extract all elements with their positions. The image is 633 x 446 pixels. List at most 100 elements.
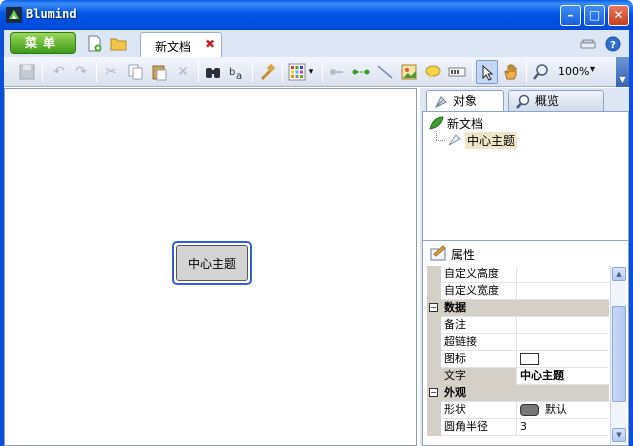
paste-icon[interactable] bbox=[150, 63, 168, 81]
property-row[interactable]: 超链接 bbox=[427, 334, 609, 351]
toolbar-separator bbox=[282, 62, 283, 82]
document-tab-strip: 菜单 新文档 ✖ ? bbox=[4, 30, 629, 57]
toolbar-separator bbox=[252, 62, 253, 82]
help-icon[interactable]: ? bbox=[605, 36, 621, 52]
row-gutter bbox=[427, 419, 441, 436]
row-gutter bbox=[427, 283, 441, 300]
property-key: 备注 bbox=[441, 317, 517, 334]
property-value[interactable]: 3 bbox=[518, 419, 609, 436]
property-value[interactable]: 默认 bbox=[518, 402, 609, 419]
tree-child-node[interactable]: 中心主题 bbox=[465, 132, 518, 149]
save-icon[interactable] bbox=[18, 63, 36, 81]
svg-text:b: b bbox=[229, 67, 235, 78]
tab-new-document[interactable]: 新文档 ✖ bbox=[140, 32, 222, 57]
toolbar-overflow-button[interactable]: ▼ bbox=[616, 57, 629, 87]
tree-root-node[interactable]: 新文档 bbox=[447, 115, 483, 132]
property-value[interactable] bbox=[518, 283, 609, 300]
property-grid: 自定义高度 自定义宽度 − 数据 备注 超链接 图标 文字 中心主题 − 外观 形状 默认 圆角半径 3 bbox=[427, 266, 609, 444]
property-row[interactable]: 形状 默认 bbox=[427, 402, 609, 419]
properties-header: 属性 bbox=[423, 241, 628, 265]
row-gutter: − bbox=[427, 300, 441, 317]
insert-image-icon[interactable] bbox=[400, 63, 418, 81]
collapse-toggle-icon[interactable]: − bbox=[429, 303, 438, 312]
delete-icon[interactable]: ✕ bbox=[174, 63, 192, 81]
properties-panel: 属性 自定义高度 自定义宽度 − 数据 备注 超链接 图标 文字 中心主题 − 外观 形状 默认 圆角半径… bbox=[422, 240, 629, 446]
property-scrollbar[interactable]: ▲ ▼ bbox=[610, 266, 626, 444]
property-category-label: 数据 bbox=[444, 301, 466, 314]
property-row[interactable]: 圆角半径 3 bbox=[427, 419, 609, 436]
row-gutter bbox=[427, 402, 441, 419]
side-panel: 对象 概览 新文档 中心主题 属性 自定义高度 自定义宽度 − 数据 备注 超链接 图标 文字… bbox=[420, 88, 629, 446]
copy-icon[interactable] bbox=[126, 63, 144, 81]
row-gutter bbox=[427, 317, 441, 334]
shape-preview-icon bbox=[520, 404, 539, 416]
title-bar: Blumind – □ ✕ bbox=[0, 0, 633, 30]
property-key: 形状 bbox=[441, 402, 517, 419]
undo-icon[interactable]: ↶ bbox=[50, 63, 68, 81]
redo-icon[interactable]: ↷ bbox=[72, 63, 90, 81]
line-icon[interactable] bbox=[376, 63, 394, 81]
property-value[interactable] bbox=[518, 334, 609, 351]
property-value[interactable]: 中心主题 bbox=[518, 368, 609, 385]
replace-icon[interactable]: b a bbox=[228, 63, 246, 81]
insert-progress-icon[interactable] bbox=[448, 63, 466, 81]
add-subtopic-icon[interactable] bbox=[328, 63, 346, 81]
toolbar-separator bbox=[198, 62, 199, 82]
new-document-icon[interactable] bbox=[86, 35, 103, 52]
collapse-toggle-icon[interactable]: − bbox=[429, 388, 438, 397]
scroll-up-icon[interactable]: ▲ bbox=[612, 267, 626, 281]
svg-text:?: ? bbox=[610, 40, 616, 51]
hand-pan-icon[interactable] bbox=[502, 63, 520, 81]
toolbar-separator bbox=[526, 62, 527, 82]
select-tool-button[interactable] bbox=[476, 60, 498, 84]
central-topic-node[interactable]: 中心主题 bbox=[172, 241, 252, 285]
row-gutter bbox=[427, 368, 441, 385]
row-gutter bbox=[427, 266, 441, 283]
window-frame-right bbox=[629, 30, 633, 446]
zoom-dropdown-icon[interactable]: ▾ bbox=[590, 64, 595, 75]
mindmap-canvas[interactable]: 中心主题 bbox=[4, 88, 417, 446]
link-nodes-icon[interactable] bbox=[352, 63, 370, 81]
property-row[interactable]: 自定义高度 bbox=[427, 266, 609, 283]
icon-swatch[interactable] bbox=[520, 353, 539, 365]
property-value[interactable] bbox=[518, 351, 609, 368]
property-value[interactable] bbox=[518, 266, 609, 283]
property-key: 图标 bbox=[441, 351, 517, 368]
cut-icon[interactable]: ✂ bbox=[102, 63, 120, 81]
toolbar: ↶ ↷ ✂ ✕ b a ▾ 100% ▾ ▼ bbox=[4, 57, 629, 87]
insert-note-icon[interactable] bbox=[424, 63, 442, 81]
scroll-thumb[interactable] bbox=[612, 306, 626, 402]
close-window-button[interactable]: ✕ bbox=[608, 5, 629, 26]
tree-line bbox=[436, 140, 445, 141]
tab-overview[interactable]: 概览 bbox=[508, 90, 604, 112]
color-theme-dropdown-icon[interactable]: ▾ bbox=[306, 63, 316, 81]
format-painter-icon[interactable] bbox=[258, 63, 276, 81]
property-category-row[interactable]: − 外观 bbox=[427, 385, 609, 402]
main-menu-button[interactable]: 菜单 bbox=[10, 32, 76, 54]
document-leaf-icon bbox=[429, 116, 444, 130]
toolbar-separator bbox=[322, 62, 323, 82]
scroll-down-icon[interactable]: ▼ bbox=[612, 428, 626, 442]
property-category-row[interactable]: − 数据 bbox=[427, 300, 609, 317]
row-gutter bbox=[427, 334, 441, 351]
color-theme-icon[interactable] bbox=[288, 63, 306, 81]
property-row[interactable]: 自定义宽度 bbox=[427, 283, 609, 300]
property-row[interactable]: 备注 bbox=[427, 317, 609, 334]
find-icon[interactable] bbox=[204, 63, 222, 81]
tab-overview-label: 概览 bbox=[535, 94, 560, 108]
close-tab-icon[interactable]: ✖ bbox=[205, 37, 215, 51]
open-folder-icon[interactable] bbox=[110, 35, 127, 52]
property-row[interactable]: 文字 中心主题 bbox=[427, 368, 609, 385]
property-value[interactable] bbox=[518, 317, 609, 334]
minimize-button[interactable]: – bbox=[560, 5, 581, 26]
maximize-button[interactable]: □ bbox=[584, 5, 605, 26]
tab-objects[interactable]: 对象 bbox=[426, 90, 504, 112]
property-row[interactable]: 图标 bbox=[427, 351, 609, 368]
svg-text:a: a bbox=[236, 71, 242, 81]
minimize-ribbon-icon[interactable] bbox=[580, 36, 596, 52]
objects-tab-icon bbox=[434, 96, 447, 109]
row-gutter: − bbox=[427, 385, 441, 402]
zoom-icon[interactable] bbox=[532, 63, 550, 81]
tree-line bbox=[436, 131, 437, 140]
zoom-level[interactable]: 100% bbox=[558, 65, 589, 78]
